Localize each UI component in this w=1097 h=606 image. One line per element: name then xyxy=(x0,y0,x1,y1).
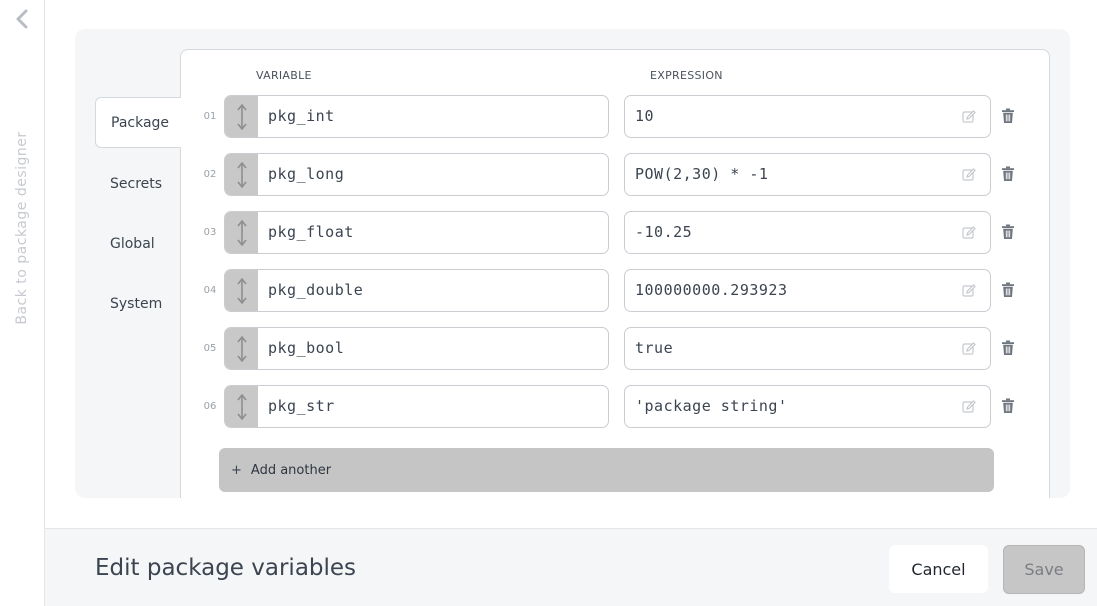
drag-handle[interactable] xyxy=(225,96,258,137)
expression-field[interactable]: 'package string' xyxy=(624,385,991,428)
tab-package[interactable]: Package xyxy=(95,97,181,148)
edit-icon[interactable] xyxy=(962,226,976,240)
trash-icon[interactable] xyxy=(1001,340,1015,356)
variable-row: 02 pkg_long POW(2,30) * -1 xyxy=(200,153,1030,196)
expression-value: 'package string' xyxy=(635,397,788,415)
expression-field[interactable]: POW(2,30) * -1 xyxy=(624,153,991,196)
variable-name-field[interactable]: pkg_float xyxy=(224,211,609,254)
vertical-arrows-icon xyxy=(236,277,247,304)
row-number: 03 xyxy=(203,227,217,238)
chevron-left-icon[interactable] xyxy=(13,8,31,30)
plus-icon: + xyxy=(231,462,242,478)
variable-name-field[interactable]: pkg_str xyxy=(224,385,609,428)
drag-handle[interactable] xyxy=(225,328,258,369)
cancel-button[interactable]: Cancel xyxy=(889,545,988,593)
drag-handle[interactable] xyxy=(225,154,258,195)
tab-label: System xyxy=(110,295,163,312)
trash-icon[interactable] xyxy=(1001,282,1015,298)
expression-value: 10 xyxy=(635,107,655,125)
vertical-arrows-icon xyxy=(236,161,247,188)
tab-global[interactable]: Global xyxy=(95,218,181,269)
edit-icon[interactable] xyxy=(962,284,976,298)
trash-icon[interactable] xyxy=(1001,398,1015,414)
variable-name-value: pkg_long xyxy=(268,165,345,183)
drag-handle[interactable] xyxy=(225,270,258,311)
tab-label: Package xyxy=(111,114,170,131)
expression-field[interactable]: true xyxy=(624,327,991,370)
left-rail: Back to package designer xyxy=(0,0,45,606)
variable-row: 01 pkg_int 10 xyxy=(200,95,1030,138)
variable-row: 03 pkg_float -10.25 xyxy=(200,211,1030,254)
variable-name-value: pkg_bool xyxy=(268,339,345,357)
tab-secrets[interactable]: Secrets xyxy=(95,158,181,209)
variable-name-field[interactable]: pkg_int xyxy=(224,95,609,138)
expression-field[interactable]: 100000000.293923 xyxy=(624,269,991,312)
edit-icon[interactable] xyxy=(962,400,976,414)
row-number: 01 xyxy=(203,111,217,122)
tab-label: Global xyxy=(110,235,155,252)
expression-column-header: EXPRESSION xyxy=(650,69,723,82)
vertical-arrows-icon xyxy=(236,103,247,130)
expression-value: -10.25 xyxy=(635,223,693,241)
add-another-label: Add another xyxy=(250,462,332,478)
variable-name-field[interactable]: pkg_long xyxy=(224,153,609,196)
trash-icon[interactable] xyxy=(1001,108,1015,124)
page-title: Edit package variables xyxy=(95,555,357,581)
back-to-package-designer-link[interactable]: Back to package designer xyxy=(14,131,30,324)
tab-label: Secrets xyxy=(110,175,163,192)
expression-value: true xyxy=(635,339,674,357)
variable-row: 04 pkg_double 100000000.293923 xyxy=(200,269,1030,312)
vertical-arrows-icon xyxy=(236,335,247,362)
tab-system[interactable]: System xyxy=(95,278,181,329)
row-number: 04 xyxy=(203,285,217,296)
variable-name-value: pkg_double xyxy=(268,281,364,299)
expression-value: 100000000.293923 xyxy=(635,281,788,299)
drag-handle[interactable] xyxy=(225,386,258,427)
trash-icon[interactable] xyxy=(1001,224,1015,240)
trash-icon[interactable] xyxy=(1001,166,1015,182)
variable-row: 05 pkg_bool true xyxy=(200,327,1030,370)
expression-value: POW(2,30) * -1 xyxy=(635,165,769,183)
row-number: 06 xyxy=(203,401,217,412)
variable-name-value: pkg_str xyxy=(268,397,335,415)
row-number: 05 xyxy=(203,343,217,354)
variable-row: 06 pkg_str 'package string' xyxy=(200,385,1030,428)
variable-name-value: pkg_int xyxy=(268,107,335,125)
save-button[interactable]: Save xyxy=(1003,545,1085,594)
row-number: 02 xyxy=(203,169,217,180)
variable-name-field[interactable]: pkg_double xyxy=(224,269,609,312)
edit-icon[interactable] xyxy=(962,110,976,124)
expression-field[interactable]: -10.25 xyxy=(624,211,991,254)
variable-name-value: pkg_float xyxy=(268,223,354,241)
variable-name-field[interactable]: pkg_bool xyxy=(224,327,609,370)
expression-field[interactable]: 10 xyxy=(624,95,991,138)
variable-column-header: VARIABLE xyxy=(256,69,312,82)
edit-icon[interactable] xyxy=(962,168,976,182)
drag-handle[interactable] xyxy=(225,212,258,253)
footer-bar: Edit package variables Cancel Save xyxy=(45,528,1097,606)
edit-icon[interactable] xyxy=(962,342,976,356)
vertical-arrows-icon xyxy=(236,393,247,420)
vertical-arrows-icon xyxy=(236,219,247,246)
add-another-button[interactable]: + Add another xyxy=(219,448,994,492)
